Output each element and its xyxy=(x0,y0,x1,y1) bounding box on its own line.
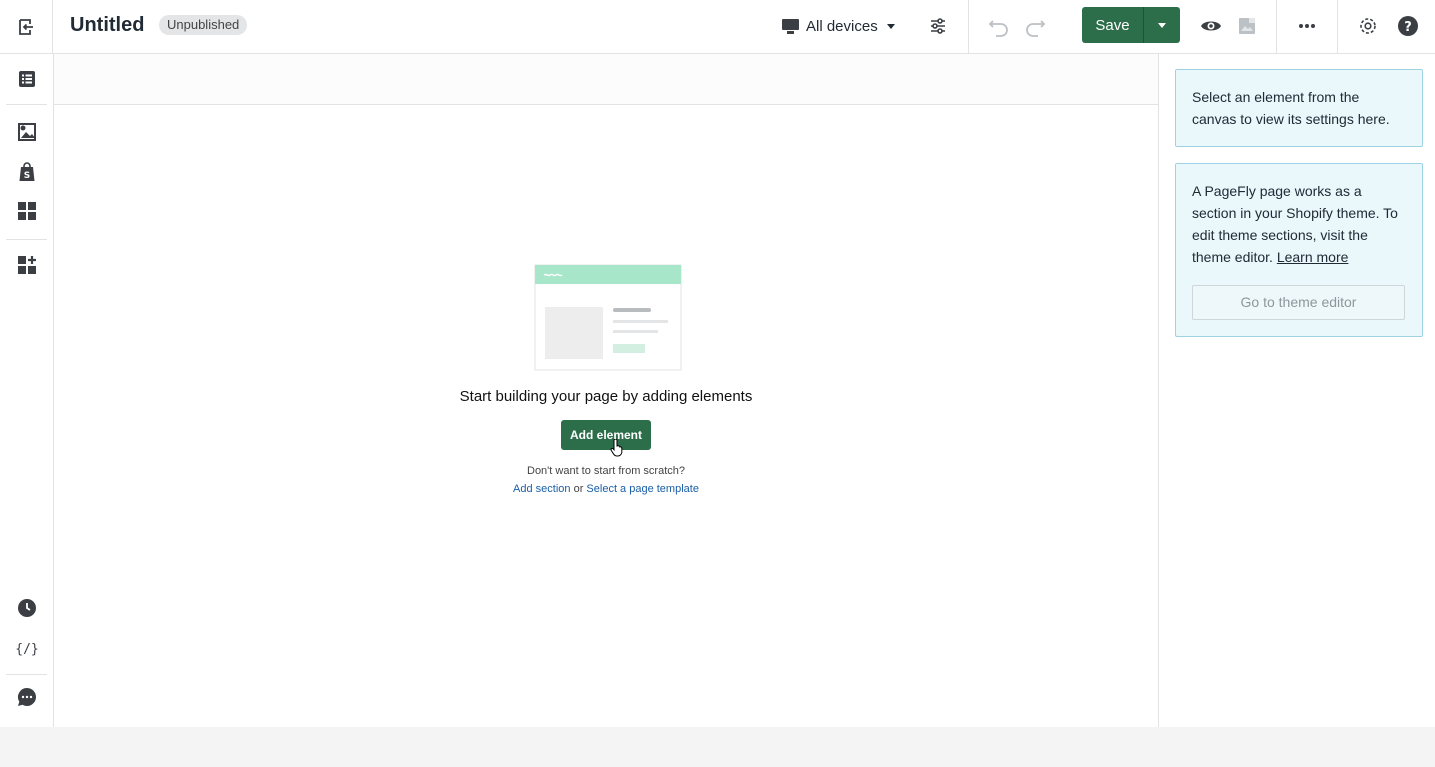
list-icon xyxy=(18,71,35,87)
shopify-bag-icon: S xyxy=(19,162,34,181)
publish-icon xyxy=(1239,18,1255,34)
learn-more-link[interactable]: Learn more xyxy=(1277,249,1349,265)
redo-icon xyxy=(1026,20,1046,37)
selection-hint-text: Select an element from the canvas to vie… xyxy=(1192,89,1390,127)
help-button[interactable]: ? xyxy=(1394,12,1422,40)
theme-info-card: A PageFly page works as a section in you… xyxy=(1175,163,1423,337)
settings-button[interactable] xyxy=(1354,12,1382,40)
page-title[interactable]: Untitled xyxy=(70,14,144,37)
top-bar: Untitled Unpublished All devices Save ? xyxy=(0,0,1435,54)
code-icon: {/} xyxy=(16,642,38,657)
svg-text:?: ? xyxy=(1404,20,1412,35)
divider xyxy=(6,674,47,675)
settings-sliders-button[interactable] xyxy=(924,12,952,40)
redo-button[interactable] xyxy=(1021,12,1049,40)
sliders-icon xyxy=(931,18,945,34)
editor-canvas[interactable]: Start building your page by adding eleme… xyxy=(54,54,1158,727)
undo-button[interactable] xyxy=(985,12,1013,40)
caret-down-icon xyxy=(886,24,895,29)
svg-text:{/}: {/} xyxy=(16,642,38,657)
divider xyxy=(6,239,47,240)
page-illustration xyxy=(534,264,682,371)
add-section-link[interactable]: Add section xyxy=(513,483,570,495)
device-selector-label: All devices xyxy=(806,17,878,35)
app-window: Untitled Unpublished All devices Save ? … xyxy=(0,0,1435,727)
sidebar-item-page-outline[interactable] xyxy=(0,59,53,99)
save-button-group: Save xyxy=(1082,7,1180,43)
sidebar-item-sections[interactable] xyxy=(0,191,53,231)
divider xyxy=(1337,0,1338,53)
gear-icon xyxy=(1360,18,1376,34)
start-options: Add section or Select a page template xyxy=(54,483,1158,495)
status-badge: Unpublished xyxy=(159,15,248,35)
more-horizontal-icon xyxy=(1299,24,1315,28)
grid-icon xyxy=(17,202,36,220)
divider xyxy=(6,104,47,105)
device-selector[interactable]: All devices xyxy=(781,14,898,38)
undo-icon xyxy=(988,20,1008,37)
desktop-icon xyxy=(782,18,799,34)
exit-button[interactable] xyxy=(0,0,53,53)
add-grid-icon xyxy=(17,256,36,274)
sidebar-item-chat[interactable] xyxy=(0,677,53,717)
more-options-button[interactable] xyxy=(1293,12,1321,40)
caret-down-icon xyxy=(1158,23,1166,28)
right-settings-panel: Select an element from the canvas to vie… xyxy=(1158,54,1435,727)
pointer-cursor-icon xyxy=(610,439,623,457)
sidebar-item-media[interactable] xyxy=(0,112,53,152)
selection-hint-card: Select an element from the canvas to vie… xyxy=(1175,69,1423,147)
save-button[interactable]: Save xyxy=(1082,7,1144,43)
preview-button[interactable] xyxy=(1197,12,1225,40)
scratch-prompt: Don't want to start from scratch? xyxy=(527,465,685,477)
sidebar-item-shopify[interactable]: S xyxy=(0,152,53,192)
exit-icon xyxy=(19,18,33,35)
empty-state-title: Start building your page by adding eleme… xyxy=(459,388,753,405)
svg-text:S: S xyxy=(23,171,29,181)
sidebar-item-history[interactable] xyxy=(0,588,53,628)
divider xyxy=(968,0,969,53)
canvas-header-area xyxy=(54,54,1158,105)
or-text: or xyxy=(573,483,584,495)
go-to-theme-editor-button[interactable]: Go to theme editor xyxy=(1192,285,1405,320)
help-icon: ? xyxy=(1398,16,1418,36)
add-element-button[interactable]: Add element xyxy=(561,420,651,450)
save-options-button[interactable] xyxy=(1144,7,1180,43)
eye-icon xyxy=(1201,21,1221,31)
clock-icon xyxy=(17,599,36,617)
divider xyxy=(1276,0,1277,53)
sidebar-item-add-element[interactable] xyxy=(0,245,53,285)
publish-button[interactable] xyxy=(1233,12,1261,40)
media-icon xyxy=(17,123,36,141)
left-sidebar: S {/} xyxy=(0,54,54,727)
chat-icon xyxy=(17,687,36,706)
sidebar-item-custom-code[interactable]: {/} xyxy=(0,628,53,668)
select-template-link[interactable]: Select a page template xyxy=(586,483,699,495)
